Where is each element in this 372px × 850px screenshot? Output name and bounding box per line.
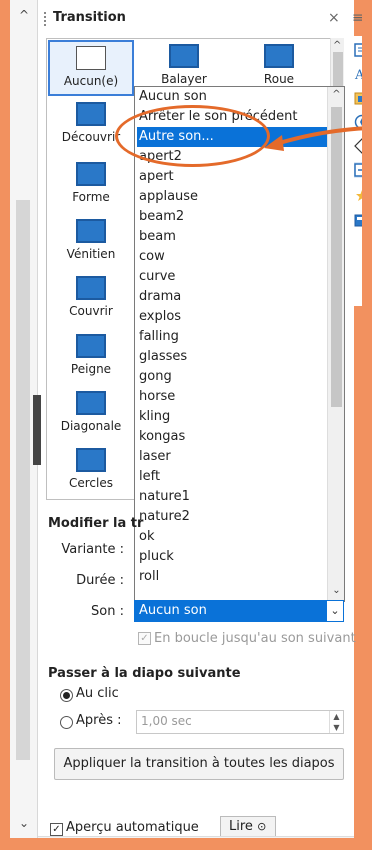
list-item[interactable]: glasses: [137, 347, 327, 367]
transition-label: Balayer: [161, 72, 207, 86]
loop-checkbox[interactable]: ✓: [138, 632, 151, 645]
scrollbar-thumb[interactable]: [16, 200, 30, 760]
transition-label: Aucun(e): [63, 74, 119, 88]
chevron-down-icon[interactable]: ⌄: [326, 601, 343, 621]
auto-preview-checkbox[interactable]: ✓: [50, 823, 63, 836]
transition-venetian[interactable]: Vénitien: [48, 215, 134, 271]
transition-diagonal[interactable]: Diagonale: [48, 387, 134, 443]
wheel-icon: [264, 44, 294, 68]
uncover-icon: [76, 102, 106, 126]
outer-frame-bottom: [0, 838, 372, 850]
dropdown-scroll-down-icon[interactable]: ⌄: [331, 585, 342, 597]
list-item[interactable]: horse: [137, 387, 327, 407]
scroll-up-arrow-icon[interactable]: ^: [16, 8, 32, 22]
after-radio[interactable]: [60, 716, 73, 729]
list-item[interactable]: ok: [137, 527, 327, 547]
diagonal-icon: [76, 391, 106, 415]
transition-label: Peigne: [70, 362, 112, 376]
menu-icon[interactable]: ≡: [352, 10, 364, 26]
list-item[interactable]: drama: [137, 287, 327, 307]
comb-icon: [76, 334, 106, 358]
transition-none[interactable]: Aucun(e): [48, 40, 134, 96]
transition-circles[interactable]: Cercles: [48, 444, 134, 500]
list-item[interactable]: pluck: [137, 547, 327, 567]
panel-splitter-handle[interactable]: [33, 395, 41, 465]
list-item[interactable]: apert: [137, 167, 327, 187]
none-icon: [76, 46, 106, 70]
list-item[interactable]: applause: [137, 187, 327, 207]
annotation-ellipse: [115, 105, 270, 167]
list-item[interactable]: cow: [137, 247, 327, 267]
sound-select[interactable]: Aucun son ⌄: [134, 600, 344, 622]
list-item[interactable]: kongas: [137, 427, 327, 447]
auto-preview-label: Aperçu automatique: [66, 820, 199, 835]
venetian-icon: [76, 219, 106, 243]
transition-comb[interactable]: Peigne: [48, 330, 134, 386]
list-item[interactable]: Aucun son: [137, 87, 327, 107]
sound-select-value: Aucun son: [139, 603, 207, 618]
transition-label: Forme: [72, 190, 110, 204]
drag-grip-icon[interactable]: [44, 12, 48, 26]
list-item[interactable]: gong: [137, 367, 327, 387]
list-item[interactable]: laser: [137, 447, 327, 467]
list-item[interactable]: falling: [137, 327, 327, 347]
on-click-radio[interactable]: [60, 689, 73, 702]
transition-label: Diagonale: [60, 419, 122, 433]
wipe-icon: [169, 44, 199, 68]
duration-label: Durée :: [76, 573, 124, 588]
transition-shape[interactable]: Forme: [48, 158, 134, 214]
after-duration-value: 1,00 sec: [141, 714, 192, 728]
play-button[interactable]: Lire ⊙: [220, 816, 276, 838]
variant-label: Variante :: [61, 542, 124, 557]
scroll-down-arrow-icon[interactable]: ⌄: [16, 816, 32, 830]
dropdown-scroll-up-icon[interactable]: ^: [331, 89, 342, 101]
loop-label: En boucle jusqu'au son suivant: [154, 631, 356, 646]
sound-label: Son :: [91, 604, 124, 619]
list-item[interactable]: nature1: [137, 487, 327, 507]
outer-frame-right: [362, 0, 372, 850]
transition-label: Vénitien: [66, 247, 116, 261]
annotation-arrow-icon: [264, 126, 371, 151]
panel-title: Transition: [53, 10, 126, 25]
after-duration-input[interactable]: 1,00 sec ▲ ▼: [136, 710, 344, 734]
close-icon[interactable]: ×: [328, 10, 340, 26]
cover-icon: [76, 276, 106, 300]
apply-to-all-button[interactable]: Appliquer la transition à toutes les dia…: [54, 748, 344, 780]
list-item[interactable]: roll: [137, 567, 327, 587]
list-item[interactable]: nature2: [137, 507, 327, 527]
list-item[interactable]: curve: [137, 267, 327, 287]
list-item[interactable]: explos: [137, 307, 327, 327]
list-item[interactable]: beam: [137, 227, 327, 247]
gallery-scroll-up-icon[interactable]: ^: [333, 40, 341, 51]
on-click-label: Au clic: [76, 686, 119, 701]
after-label: Après :: [76, 713, 122, 728]
transition-label: Cercles: [69, 476, 113, 490]
circles-icon: [76, 448, 106, 472]
list-item[interactable]: left: [137, 467, 327, 487]
list-item[interactable]: beam2: [137, 207, 327, 227]
play-label: Lire: [229, 819, 253, 834]
transition-label: Roue: [263, 72, 295, 86]
list-item[interactable]: kling: [137, 407, 327, 427]
advance-section-title: Passer à la diapo suivante: [48, 666, 241, 681]
modify-section-title: Modifier la tr: [48, 516, 144, 531]
transition-label: Couvrir: [69, 304, 113, 318]
transition-cover[interactable]: Couvrir: [48, 272, 134, 328]
spin-buttons-icon[interactable]: ▲ ▼: [329, 711, 343, 733]
dropdown-scrollbar[interactable]: ^ ⌄: [327, 87, 344, 601]
shape-icon: [76, 162, 106, 186]
play-icon: ⊙: [257, 820, 267, 833]
